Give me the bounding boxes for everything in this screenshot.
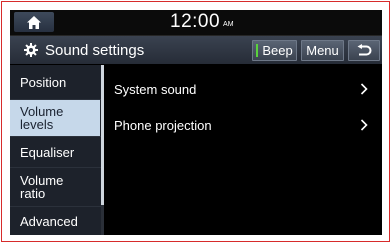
sidebar-item-volume-levels[interactable]: Volume levels xyxy=(10,100,100,136)
sidebar-item-label: Volume ratio xyxy=(20,173,64,201)
screenshot-frame: 12:00 AM Sound settings Beep Menu Positi… xyxy=(1,1,390,242)
sidebar: Position Volume levels Equaliser Volume … xyxy=(10,65,102,235)
menu-button[interactable]: Menu xyxy=(301,40,344,61)
head-unit-screen: 12:00 AM Sound settings Beep Menu Positi… xyxy=(10,10,382,235)
sidebar-scrollbar[interactable] xyxy=(101,65,104,235)
list-item-label: System sound xyxy=(114,81,197,97)
clock-ampm: AM xyxy=(223,21,234,28)
list-item-label: Phone projection xyxy=(114,117,212,133)
settings-list: System sound Phone projection xyxy=(105,65,382,235)
chevron-right-icon xyxy=(360,119,368,131)
title-bar: Sound settings Beep Menu xyxy=(10,36,382,64)
home-button[interactable] xyxy=(14,12,54,32)
list-item-phone-projection[interactable]: Phone projection xyxy=(105,107,382,143)
sidebar-item-volume-ratio[interactable]: Volume ratio xyxy=(10,168,100,206)
sidebar-item-advanced[interactable]: Advanced xyxy=(10,207,100,235)
status-bar: 12:00 AM xyxy=(10,10,382,36)
clock: 12:00 AM xyxy=(170,11,234,33)
sidebar-item-label: Volume levels xyxy=(20,104,64,132)
sidebar-item-label: Equaliser xyxy=(20,144,75,160)
sidebar-item-position[interactable]: Position xyxy=(10,65,100,99)
scrollbar-thumb[interactable] xyxy=(101,65,104,205)
back-arrow-icon xyxy=(356,44,372,57)
page-title: Sound settings xyxy=(24,40,144,60)
beep-button[interactable]: Beep xyxy=(252,40,297,61)
back-button[interactable] xyxy=(348,40,380,61)
list-item-system-sound[interactable]: System sound xyxy=(105,71,382,107)
chevron-right-icon xyxy=(360,83,368,95)
home-icon xyxy=(27,15,41,29)
beep-indicator xyxy=(256,44,259,57)
clock-time: 12:00 xyxy=(170,11,221,32)
beep-label: Beep xyxy=(262,43,293,58)
menu-label: Menu xyxy=(306,43,339,58)
sidebar-item-label: Advanced xyxy=(20,213,78,229)
sidebar-item-equaliser[interactable]: Equaliser xyxy=(10,137,100,167)
sidebar-item-label: Position xyxy=(20,74,67,90)
gear-icon xyxy=(24,43,38,57)
page-title-text: Sound settings xyxy=(45,41,145,59)
